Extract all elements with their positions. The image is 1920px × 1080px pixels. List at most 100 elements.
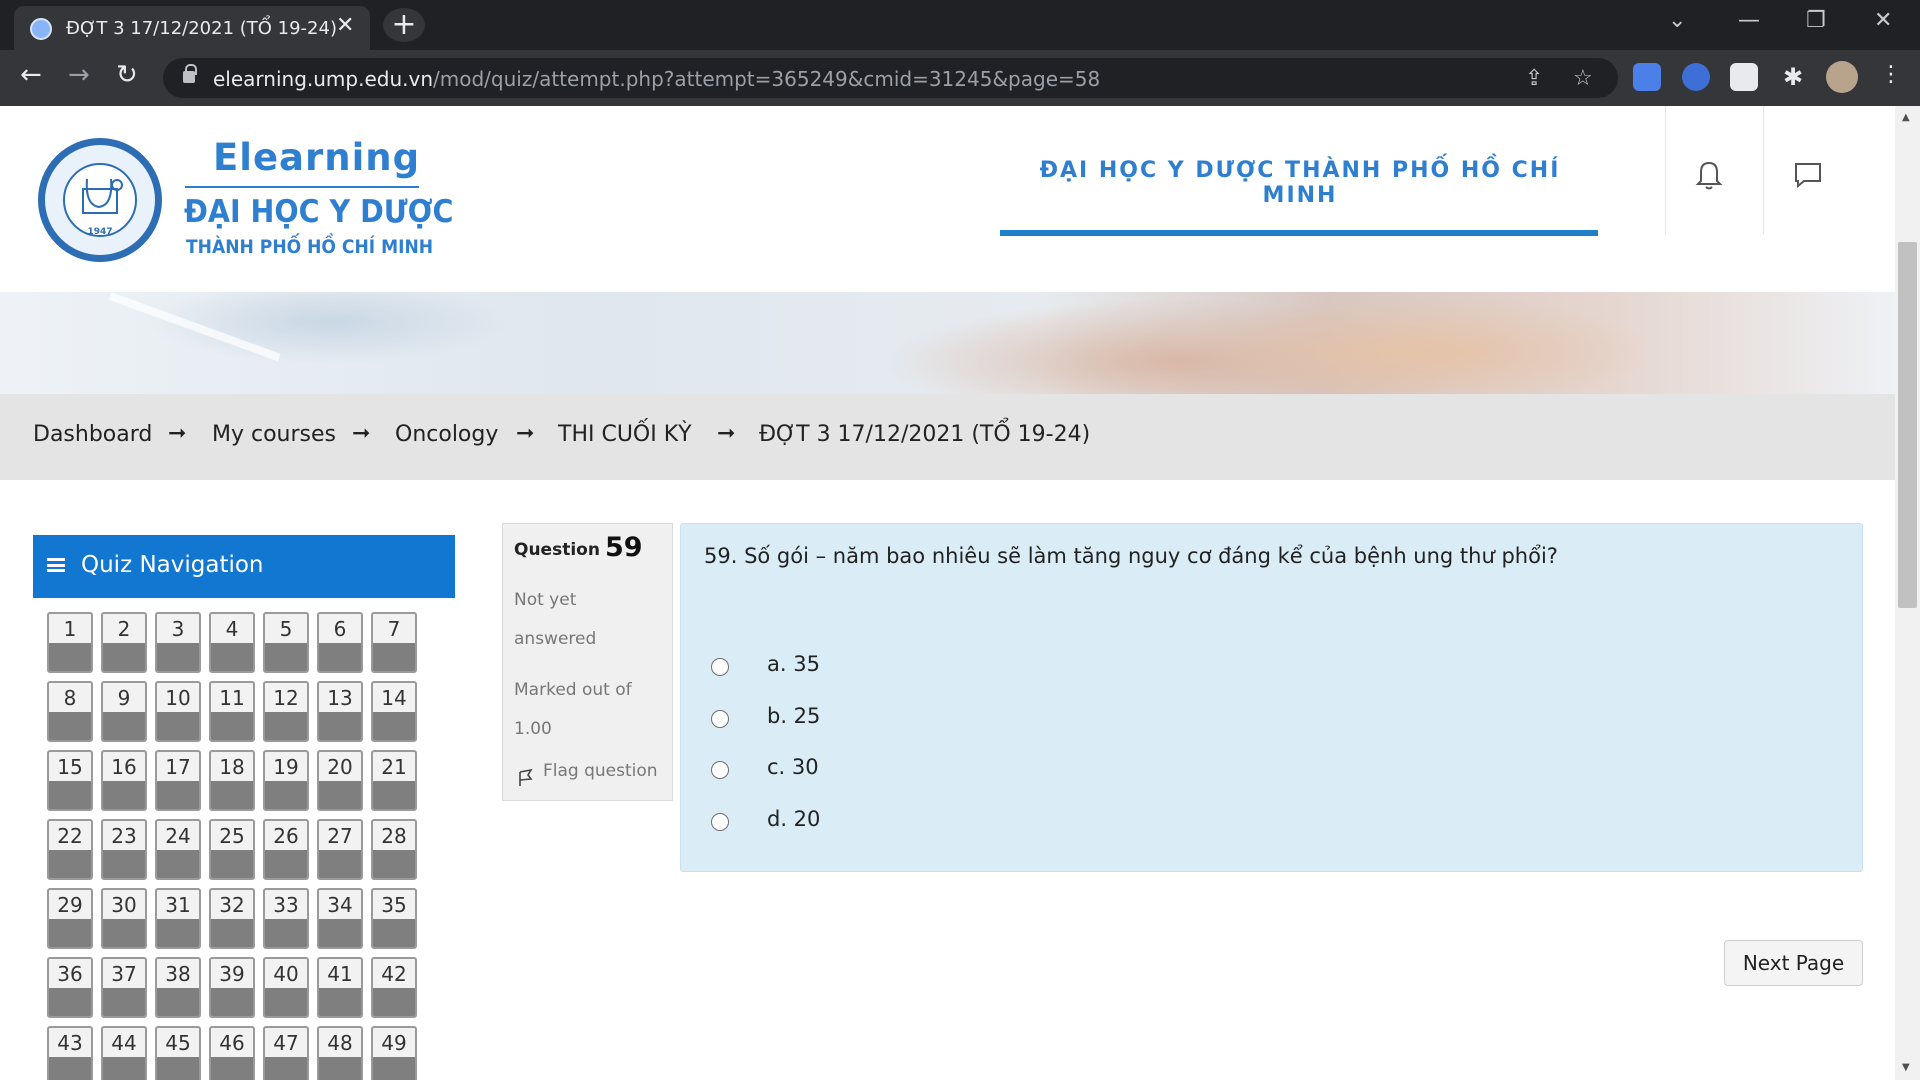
quiz-nav-button[interactable]: 48: [317, 1026, 363, 1080]
quiz-nav-button[interactable]: 23: [101, 819, 147, 880]
quiz-nav-button[interactable]: 27: [317, 819, 363, 880]
quiz-nav-button[interactable]: 36: [47, 957, 93, 1018]
quiz-nav-button[interactable]: 5: [263, 612, 309, 673]
translate-extension-icon[interactable]: [1633, 63, 1661, 91]
quiz-nav-button[interactable]: 8: [47, 681, 93, 742]
quiz-nav-button[interactable]: 21: [371, 750, 417, 811]
quiz-nav-button[interactable]: 49: [371, 1026, 417, 1080]
breadcrumb-dashboard[interactable]: Dashboard: [33, 422, 152, 447]
answer-radio[interactable]: [711, 658, 729, 676]
extensions-puzzle-icon[interactable]: ✱: [1779, 63, 1807, 91]
quiz-nav-button[interactable]: 43: [47, 1026, 93, 1080]
address-bar[interactable]: elearning.ump.edu.vn/mod/quiz/attempt.ph…: [163, 58, 1618, 98]
quiz-nav-button[interactable]: 6: [317, 612, 363, 673]
clock-extension-icon[interactable]: [1682, 63, 1710, 91]
logo-year: 1947: [87, 227, 113, 237]
quiz-nav-button[interactable]: 34: [317, 888, 363, 949]
quiz-nav-button[interactable]: 16: [101, 750, 147, 811]
quiz-nav-button[interactable]: 22: [47, 819, 93, 880]
quiz-nav-button[interactable]: 15: [47, 750, 93, 811]
share-icon[interactable]: ⇪: [1525, 66, 1543, 91]
answer-radio[interactable]: [711, 761, 729, 779]
university-logo[interactable]: 1947: [38, 138, 162, 262]
quiz-nav-button[interactable]: 29: [47, 888, 93, 949]
back-icon[interactable]: ←: [20, 62, 42, 88]
answer-label[interactable]: c. 30: [767, 755, 819, 779]
quiz-nav-button[interactable]: 11: [209, 681, 255, 742]
reload-icon[interactable]: ↻: [116, 62, 138, 88]
quiz-nav-button[interactable]: 26: [263, 819, 309, 880]
next-page-button[interactable]: Next Page: [1724, 940, 1863, 986]
quiz-navigation-header: Quiz Navigation: [33, 535, 455, 598]
quiz-nav-button[interactable]: 30: [101, 888, 147, 949]
flag-question-link[interactable]: Flag question: [543, 761, 658, 781]
quiz-nav-button[interactable]: 3: [155, 612, 201, 673]
scrollbar-thumb[interactable]: [1898, 242, 1917, 608]
restore-icon[interactable]: ❐: [1806, 8, 1826, 33]
quiz-nav-button[interactable]: 38: [155, 957, 201, 1018]
browser-menu-icon[interactable]: ⋮: [1880, 62, 1902, 87]
window-close-icon[interactable]: ✕: [1874, 8, 1892, 33]
quiz-nav-button[interactable]: 44: [101, 1026, 147, 1080]
quiz-nav-button[interactable]: 41: [317, 957, 363, 1018]
page-scrollbar[interactable]: ▲ ▼: [1895, 106, 1920, 1080]
scroll-down-icon[interactable]: ▼: [1902, 1062, 1910, 1073]
new-tab-button[interactable]: +: [383, 8, 425, 42]
quiz-nav-button[interactable]: 18: [209, 750, 255, 811]
browser-tab[interactable]: ĐỢT 3 17/12/2021 (TỔ 19-24) ✕: [14, 6, 370, 50]
quiz-nav-button[interactable]: 10: [155, 681, 201, 742]
quiz-nav-button[interactable]: 32: [209, 888, 255, 949]
messages-icon[interactable]: [1788, 154, 1828, 194]
bookmark-star-icon[interactable]: ☆: [1573, 66, 1593, 91]
quiz-nav-button[interactable]: 25: [209, 819, 255, 880]
quiz-nav-button[interactable]: 47: [263, 1026, 309, 1080]
pen-extension-icon[interactable]: [1730, 63, 1758, 91]
quiz-nav-button[interactable]: 17: [155, 750, 201, 811]
breadcrumb-final-exam[interactable]: THI CUỐI KỲ: [558, 422, 692, 447]
quiz-nav-button[interactable]: 31: [155, 888, 201, 949]
scroll-up-icon[interactable]: ▲: [1902, 112, 1910, 123]
answer-label[interactable]: b. 25: [767, 704, 820, 728]
quiz-nav-button[interactable]: 9: [101, 681, 147, 742]
quiz-nav-button[interactable]: 46: [209, 1026, 255, 1080]
university-name-underline: [1000, 230, 1598, 236]
flag-icon[interactable]: [517, 767, 535, 787]
lock-icon[interactable]: [183, 64, 197, 83]
quiz-nav-button[interactable]: 28: [371, 819, 417, 880]
hamburger-menu-icon[interactable]: [47, 558, 65, 572]
answer-radio[interactable]: [711, 710, 729, 728]
quiz-nav-button[interactable]: 7: [371, 612, 417, 673]
quiz-nav-button[interactable]: 35: [371, 888, 417, 949]
brand-title[interactable]: Elearning: [213, 136, 420, 179]
answer-radio[interactable]: [711, 813, 729, 831]
quiz-nav-button[interactable]: 14: [371, 681, 417, 742]
profile-avatar[interactable]: [1826, 61, 1858, 93]
quiz-nav-button[interactable]: 45: [155, 1026, 201, 1080]
close-tab-icon[interactable]: ✕: [336, 15, 354, 37]
quiz-nav-button[interactable]: 39: [209, 957, 255, 1018]
quiz-nav-button[interactable]: 1: [47, 612, 93, 673]
url-path: /mod/quiz/attempt.php?attempt=365249&cmi…: [433, 67, 1101, 91]
notification-bell-icon[interactable]: [1689, 154, 1729, 194]
minimize-icon[interactable]: —: [1738, 8, 1760, 33]
quiz-nav-button[interactable]: 20: [317, 750, 363, 811]
breadcrumb-current-quiz[interactable]: ĐỢT 3 17/12/2021 (TỔ 19-24): [759, 422, 1090, 447]
tab-search-icon[interactable]: ⌄: [1668, 8, 1686, 33]
quiz-nav-button[interactable]: 19: [263, 750, 309, 811]
quiz-nav-button[interactable]: 13: [317, 681, 363, 742]
quiz-nav-button-number: 5: [279, 617, 293, 641]
quiz-nav-button[interactable]: 37: [101, 957, 147, 1018]
quiz-nav-button[interactable]: 24: [155, 819, 201, 880]
answer-label[interactable]: a. 35: [767, 652, 820, 676]
quiz-nav-button[interactable]: 2: [101, 612, 147, 673]
quiz-nav-button[interactable]: 4: [209, 612, 255, 673]
quiz-nav-button[interactable]: 40: [263, 957, 309, 1018]
university-name-link[interactable]: ĐẠI HỌC Y DƯỢC THÀNH PHỐ HỒ CHÍ MINH: [1000, 158, 1600, 208]
quiz-nav-button[interactable]: 12: [263, 681, 309, 742]
quiz-nav-button[interactable]: 33: [263, 888, 309, 949]
answer-label[interactable]: d. 20: [767, 807, 820, 831]
breadcrumb-oncology[interactable]: Oncology: [395, 422, 498, 447]
quiz-nav-button[interactable]: 42: [371, 957, 417, 1018]
breadcrumb-my-courses[interactable]: My courses: [212, 422, 336, 447]
forward-icon[interactable]: →: [68, 62, 90, 88]
